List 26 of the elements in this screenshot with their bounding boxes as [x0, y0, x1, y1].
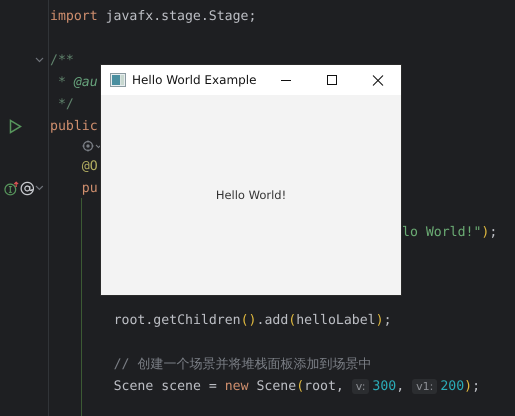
- override-icon[interactable]: [20, 180, 34, 196]
- code-text: lo World!");: [402, 224, 498, 240]
- code-text: * @au: [56, 74, 98, 90]
- implements-icon[interactable]: [4, 180, 19, 196]
- close-icon: [372, 74, 384, 86]
- code-text: /**: [50, 52, 74, 68]
- maximize-icon: [326, 74, 338, 86]
- code-text: */: [56, 96, 74, 112]
- inherited-members-icon[interactable]: [82, 140, 102, 152]
- code-text: root.getChildren().add(helloLabel);: [114, 312, 392, 328]
- parameter-hint: v1:: [412, 378, 438, 394]
- run-icon[interactable]: [9, 118, 22, 134]
- code-text: 300,: [372, 378, 406, 394]
- window-title: Hello World Example: [132, 73, 258, 87]
- code-text: Scene scene = new Scene(root,: [114, 378, 345, 394]
- code-text: // 创建一个场景并将堆栈面板添加到场景中: [114, 356, 372, 373]
- parameter-hint: v:: [352, 378, 370, 394]
- fold-chevron-icon[interactable]: [35, 185, 44, 191]
- code-text: import javafx.stage.Stage;: [50, 8, 256, 24]
- code-text: public: [50, 118, 98, 134]
- hello-label: Hello World!: [216, 188, 286, 202]
- code-text: pu: [82, 180, 98, 196]
- code-text: 200);: [440, 378, 480, 394]
- code-text: @O: [82, 158, 98, 174]
- fold-chevron-icon[interactable]: [35, 57, 44, 63]
- app-icon: [110, 73, 126, 87]
